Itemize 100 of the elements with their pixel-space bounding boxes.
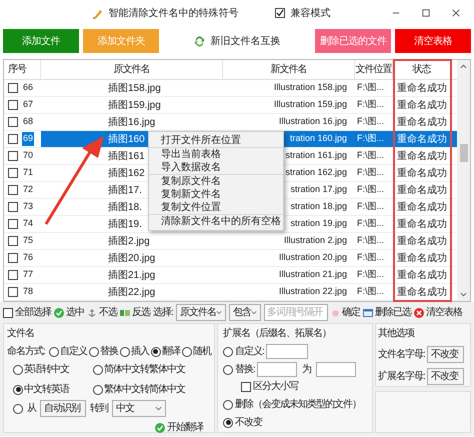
table-cell-text: stration 162.jpg (285, 166, 347, 180)
table-cell-text: F:\图... (357, 285, 384, 298)
row-number: 75 (22, 234, 34, 248)
row-number: 78 (22, 285, 34, 298)
radio-label: 英语转中文 (24, 362, 69, 377)
confirm-button[interactable]: 确定 (330, 305, 360, 320)
action-button[interactable]: 不选 (87, 305, 117, 320)
radio-label: 不改变 (235, 416, 262, 430)
table-cell-text: 插图161 (108, 150, 145, 164)
row-number: 67 (22, 98, 34, 112)
column-header: 文件位置 (355, 60, 393, 79)
column-header: 新文件名 (223, 60, 355, 79)
panel-title: 扩展名（后缀名、拓展名） (223, 326, 332, 341)
table-cell-text: stration 18.jpg (290, 200, 347, 214)
radio-label: 替换 (100, 344, 118, 359)
table-cell-text: 重命名成功 (397, 200, 447, 214)
action-button[interactable]: 选中 (54, 305, 84, 320)
panel-title: 其他选项 (378, 326, 416, 341)
delete-selected-button[interactable]: 删除已选 (362, 305, 411, 320)
table-row[interactable]: 77 插图21.jpg Illustration 21.jpg F:\图... 重命名成功 (4, 267, 457, 284)
field-label: 文件名字母: (378, 348, 425, 362)
row-number: 77 (22, 268, 34, 282)
row-number: 68 (22, 115, 34, 128)
table-row[interactable]: 76 插图20.jpg Illustration 20.jpg F:\图... 重命名成功 (4, 250, 457, 267)
table-cell-text: Illustration 21.jpg (278, 268, 347, 282)
table-cell-text: F:\图... (357, 268, 384, 282)
target-language-dropdown[interactable]: 中文 (112, 400, 166, 417)
radio-label: 替换: (235, 362, 255, 377)
table-cell-text: 插图2.jpg (108, 234, 150, 248)
menu-item[interactable]: 复制文件位置 (149, 201, 283, 214)
field-label: 为 (300, 362, 312, 377)
menu-item[interactable]: 打开文件所在位置 (149, 134, 283, 147)
radio-label: 简体中文转繁体中文 (104, 362, 185, 377)
field-dropdown[interactable]: 原文件名 (176, 304, 226, 321)
radio-label: 自定义: (235, 344, 264, 359)
table-cell-text: 插图21.jpg (108, 268, 156, 282)
table-cell-text: 重命名成功 (397, 116, 447, 130)
row-number: 71 (22, 166, 34, 180)
select-label: 选择: (153, 306, 173, 320)
row-number: 73 (22, 200, 34, 214)
table-cell-text: 插图159.jpg (108, 98, 161, 112)
column-header: 序号 (4, 60, 41, 79)
field-label: 扩展名字母: (378, 370, 425, 384)
table-cell-text: 重命名成功 (397, 218, 447, 232)
radio-label: 繁体中文转简体中文 (104, 382, 185, 397)
radio-label: 随机 (192, 344, 211, 359)
match-dropdown[interactable]: 包含 (228, 304, 261, 321)
table-cell-text: F:\图... (357, 149, 384, 162)
table-cell-text: Illustration 159.jpg (274, 98, 347, 112)
table-cell-text: 插图158.jpg (108, 82, 161, 96)
table-cell-text: 重命名成功 (397, 286, 447, 300)
radio-label: 自定义 (60, 344, 87, 359)
radio-label: 删除（会变成未知类型的文件） (235, 398, 361, 412)
row-number: 69 (22, 132, 34, 146)
table-row[interactable]: 75 插图2.jpg Illustration 2.jpg F:\图... 重命名成功 (4, 233, 457, 250)
table-cell-text: 重命名成功 (397, 184, 447, 198)
action-button[interactable]: 反选 (120, 305, 150, 320)
table-cell-text: F:\图... (357, 183, 384, 196)
menu-item[interactable]: 导出当前表格 (149, 148, 283, 161)
menu-item[interactable]: 清除新文件名中的所有空格 (149, 215, 283, 228)
source-language-dropdown[interactable]: 自动识别 (40, 400, 86, 417)
radio-label: 翻译 (162, 344, 180, 359)
window-title: 智能清除文件名中的特殊符号 (108, 6, 238, 20)
case-dropdown[interactable]: 不改变 (426, 368, 464, 385)
table-cell-text: F:\图... (357, 200, 384, 214)
toolbar-button[interactable]: 清空表格 (395, 29, 471, 53)
table-row[interactable]: 66 插图158.jpg Illustration 158.jpg F:\图... 重命名成功 (4, 80, 457, 97)
table-cell-text: stration 17.jpg (290, 183, 347, 196)
checkbox-label: 区分大小写 (253, 380, 298, 394)
table-cell-text: F:\图... (357, 132, 384, 146)
table-cell-text: Illustration 22.jpg (278, 285, 347, 298)
table-cell-text: 插图160 (108, 132, 145, 146)
panel-title: 文件名 (7, 326, 35, 341)
menu-item[interactable]: 导入数据改名 (149, 161, 283, 174)
case-dropdown[interactable]: 不改变 (426, 346, 464, 363)
table-cell-text: 插图19. (108, 218, 142, 232)
table-row[interactable]: 78 插图22.jpg Illustration 22.jpg F:\图... 重命名成功 (4, 284, 457, 301)
radio-label: 插入 (130, 344, 149, 359)
menu-item[interactable]: 复制新文件名 (149, 188, 283, 201)
table-cell-text: 重命名成功 (397, 98, 447, 112)
column-header: 状态 (393, 60, 451, 79)
table-cell-text: 插图22.jpg (108, 286, 156, 300)
clear-table-button[interactable]: 清空表格 (414, 305, 462, 320)
swap-button[interactable]: 新旧文件名互换 (188, 29, 286, 53)
field-label: 命名方式: (7, 344, 45, 359)
table-cell-text: F:\图... (357, 81, 384, 94)
table-cell-text: 插图17. (108, 184, 142, 198)
table-row[interactable]: 67 插图159.jpg Illustration 159.jpg F:\图... 重命名成功 (4, 97, 457, 114)
table-cell-text: F:\图... (357, 234, 384, 248)
table-cell-text: 插图20.jpg (108, 252, 156, 266)
toolbar-button[interactable]: 添加文件 (3, 29, 79, 53)
table-cell-text: 插图162 (108, 166, 145, 180)
keyword-field[interactable]: 多词用|号隔开 (264, 304, 328, 321)
checkbox-label: 兼容模式 (290, 6, 330, 20)
table-cell-text: 重命名成功 (397, 132, 447, 146)
menu-item[interactable]: 复制原文件名 (149, 175, 283, 188)
table-cell-text: 重命名成功 (397, 234, 447, 248)
row-number: 66 (22, 81, 34, 94)
table-cell-text: Illustration 158.jpg (274, 81, 347, 94)
translate-button[interactable]: 开始翻译 (155, 420, 203, 435)
